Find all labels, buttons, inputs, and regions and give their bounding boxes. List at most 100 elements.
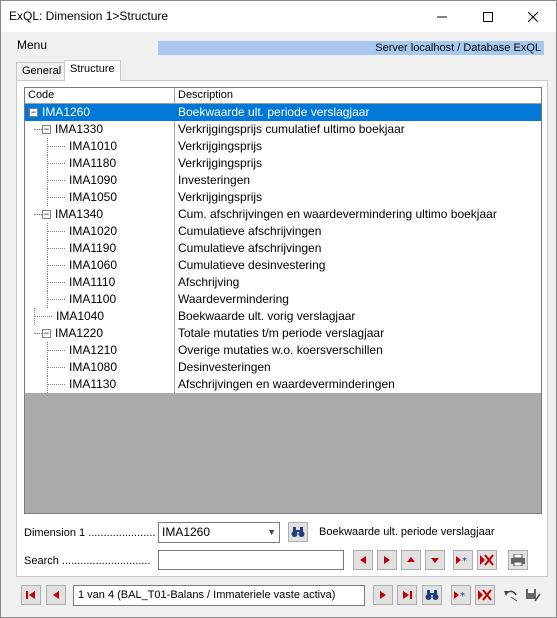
column-header-description[interactable]: Description <box>175 88 541 103</box>
binoculars-icon <box>425 590 439 600</box>
maximize-button[interactable] <box>465 1 511 32</box>
code-cell: IMA1040 <box>25 308 175 325</box>
table-row[interactable]: IMA1050 Verkrijgingsprijs <box>25 189 541 206</box>
table-row[interactable]: IMA1100 Waardevermindering <box>25 291 541 308</box>
code-text: IMA1090 <box>69 173 118 187</box>
delete-record-button[interactable] <box>477 550 497 570</box>
tree-connector <box>47 376 48 393</box>
play-new-icon: * <box>454 591 465 600</box>
new-record-button[interactable]: * <box>453 550 473 570</box>
tree-connector <box>47 231 65 232</box>
table-row[interactable]: IMA1210 Overige mutaties w.o. koersversch… <box>25 342 541 359</box>
table-row[interactable]: − IMA1340 Cum. afschrijvingen en waardever… <box>25 206 541 223</box>
tree-connector <box>34 316 52 317</box>
svg-text:*: * <box>460 591 465 600</box>
delete-icon <box>478 589 492 601</box>
description-cell: Boekwaarde ult. periode verslagjaar <box>178 105 370 119</box>
new-main-record-button[interactable]: * <box>451 585 471 605</box>
menu-button[interactable]: Menu <box>17 38 47 52</box>
undo-button[interactable] <box>501 585 521 605</box>
tree-connector <box>47 180 65 181</box>
tree-connector <box>47 257 48 274</box>
collapse-icon[interactable]: − <box>42 210 51 219</box>
tree-connector <box>34 333 42 334</box>
table-row[interactable]: IMA1190 Cumulatieve afschrijvingen <box>25 240 541 257</box>
delete-icon <box>480 554 494 566</box>
description-cell: Afschrijving <box>178 275 240 289</box>
description-cell: Desinvesteringen <box>178 360 271 374</box>
table-row[interactable]: IMA1180 Verkrijgingsprijs <box>25 155 541 172</box>
move-down-button[interactable] <box>425 550 445 570</box>
table-row[interactable]: IMA1080 Desinvesteringen <box>25 359 541 376</box>
code-cell: IMA1080 <box>25 359 175 376</box>
code-text: IMA1210 <box>69 343 118 357</box>
dimension-lookup-button[interactable] <box>288 522 308 542</box>
record-navigator-field[interactable]: 1 van 4 (BAL_T01-Balans / Immateriele va… <box>73 585 365 606</box>
description-cell: Cum. afschrijvingen en waardeverminderin… <box>178 207 497 221</box>
collapse-icon[interactable]: − <box>29 108 38 117</box>
close-button[interactable] <box>510 1 556 32</box>
description-cell: Investeringen <box>178 173 251 187</box>
search-previous-button[interactable] <box>353 550 373 570</box>
description-cell: Cumulatieve afschrijvingen <box>178 241 322 255</box>
description-cell: Waardevermindering <box>178 292 289 306</box>
server-info-bar: Server localhost / Database ExQL <box>158 41 544 55</box>
tree-connector <box>47 197 65 198</box>
tree-connector <box>47 155 48 172</box>
tree-connector <box>47 274 48 291</box>
triangle-right-icon <box>380 591 386 599</box>
table-row[interactable]: − IMA1260 Boekwaarde ult. periode verslagj… <box>25 104 541 121</box>
tab-structure[interactable]: Structure <box>64 60 121 81</box>
code-cell: IMA1010 <box>25 138 175 155</box>
code-text: IMA1040 <box>56 309 105 323</box>
column-header-code[interactable]: Code <box>25 88 175 103</box>
window-title: ExQL: Dimension 1>Structure <box>9 9 169 23</box>
table-row[interactable]: IMA1060 Cumulatieve desinvestering <box>25 257 541 274</box>
code-text: IMA1180 <box>69 156 117 170</box>
delete-main-record-button[interactable] <box>475 585 495 605</box>
dimension-select-value: IMA1260 <box>162 525 211 539</box>
svg-text:*: * <box>462 556 467 565</box>
first-record-button[interactable] <box>21 585 41 605</box>
move-up-button[interactable] <box>401 550 421 570</box>
table-row[interactable]: IMA1010 Verkrijgingsprijs <box>25 138 541 155</box>
table-row[interactable]: − IMA1220 Totale mutaties t/m periode vers… <box>25 325 541 342</box>
search-next-button[interactable] <box>377 550 397 570</box>
printer-icon <box>511 554 525 566</box>
binoculars-icon <box>291 527 305 537</box>
table-row[interactable]: − IMA1330 Verkrijgingsprijs cumulatief ult… <box>25 121 541 138</box>
table-row[interactable]: IMA1040 Boekwaarde ult. vorig verslagjaar <box>25 308 541 325</box>
dimension-description: Boekwaarde ult. periode verslagjaar <box>319 526 495 538</box>
next-record-button[interactable] <box>373 585 393 605</box>
table-row[interactable]: IMA1110 Afschrijving <box>25 274 541 291</box>
collapse-icon[interactable]: − <box>42 329 51 338</box>
description-cell: Verkrijgingsprijs <box>178 156 263 170</box>
code-cell: IMA1210 <box>25 342 175 359</box>
description-cell: Cumulatieve afschrijvingen <box>178 224 322 238</box>
code-cell: IMA1060 <box>25 257 175 274</box>
chevron-down-icon: ▼ <box>267 527 276 537</box>
triangle-left-icon <box>53 591 59 599</box>
collapse-icon[interactable]: − <box>42 125 51 134</box>
minimize-button[interactable] <box>419 1 465 32</box>
save-button[interactable] <box>523 585 543 605</box>
tree-connector <box>47 189 48 206</box>
search-input[interactable] <box>158 550 344 570</box>
print-button[interactable] <box>508 550 528 570</box>
code-cell: IMA1180 <box>25 155 175 172</box>
find-record-button[interactable] <box>422 585 442 605</box>
tab-general[interactable]: General <box>16 62 68 81</box>
table-row[interactable]: IMA1020 Cumulatieve afschrijvingen <box>25 223 541 240</box>
tree-connector <box>47 265 65 266</box>
tree-connector <box>47 291 48 308</box>
code-cell: IMA1090 <box>25 172 175 189</box>
dimension-select[interactable]: IMA1260 ▼ <box>158 522 280 543</box>
code-cell: IMA1100 <box>25 291 175 308</box>
previous-record-button[interactable] <box>46 585 66 605</box>
last-record-button[interactable] <box>397 585 417 605</box>
code-text: IMA1190 <box>69 241 117 255</box>
table-row[interactable]: IMA1090 Investeringen <box>25 172 541 189</box>
tree-connector <box>47 282 65 283</box>
description-cell: Verkrijgingsprijs cumulatief ultimo boek… <box>178 122 405 136</box>
table-row[interactable]: IMA1130 Afschrijvingen en waardeverminder… <box>25 376 541 393</box>
